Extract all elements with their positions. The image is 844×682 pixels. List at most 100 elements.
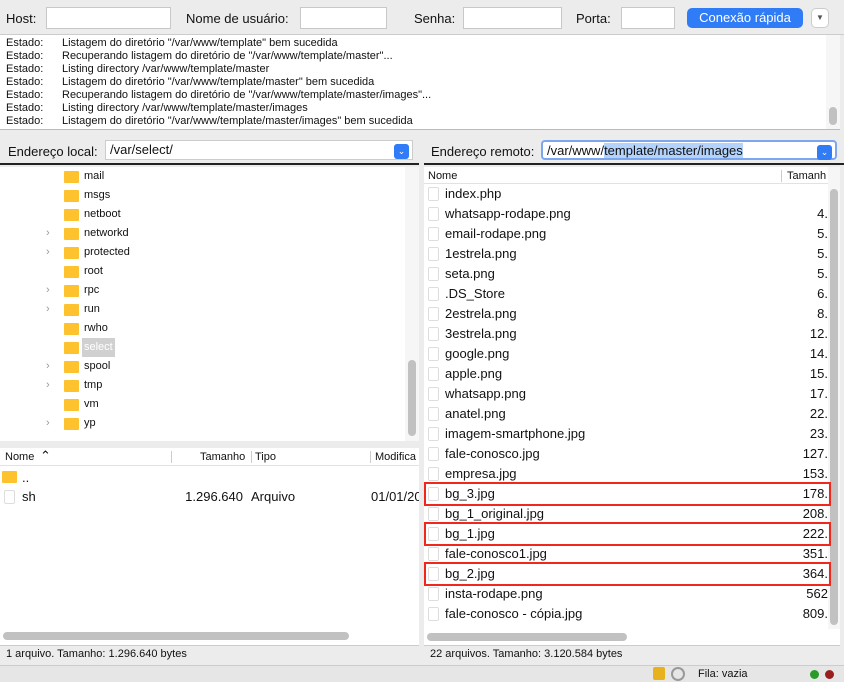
file-icon [4,490,15,504]
port-label: Porta: [576,11,611,26]
file-icon [428,447,439,461]
file-size: 562 [806,586,828,601]
tree-item-label: netboot [84,208,121,220]
folder-icon [64,418,79,430]
chevron-right-icon[interactable]: › [46,224,50,243]
tree-item-rpc[interactable]: › rpc [0,281,400,300]
table-row[interactable]: whatsapp.png 17. [424,384,828,404]
table-row[interactable]: insta-rodape.png 562 [424,584,828,604]
tree-item-protected[interactable]: › protected [0,243,400,262]
tree-item-vm[interactable]: vm [0,395,400,414]
table-row[interactable]: fale-conosco.jpg 127. [424,444,828,464]
local-status: 1 arquivo. Tamanho: 1.296.640 bytes [0,645,419,664]
message-log: Estado: Listagem do diretório "/var/www/t… [0,35,840,130]
file-name: email-rodape.png [445,226,547,241]
remote-address-dropdown[interactable]: ⌄ [817,145,832,160]
local-address-input[interactable]: /var/select/ ⌄ [105,140,413,160]
file-size: 5. [817,266,828,281]
table-row[interactable]: anatel.png 22. [424,404,828,424]
speed-limit-icon[interactable] [671,667,685,681]
chevron-right-icon[interactable]: › [46,357,50,376]
table-row[interactable]: .DS_Store 6. [424,284,828,304]
file-size: 351. [802,546,828,561]
log-level: Estado: [6,115,44,127]
table-row[interactable]: whatsapp-rodape.png 4. [424,204,828,224]
file-name: fale-conosco - cópia.jpg [445,606,583,621]
file-size: 15. [809,366,828,381]
table-row[interactable]: .. [0,468,419,488]
remote-address-selection: template/master/images [604,143,743,158]
remote-address-input[interactable]: /var/www/template/master/images ⌄ [541,140,837,160]
file-icon [428,607,439,621]
file-icon [428,407,439,421]
log-level: Estado: [6,89,44,101]
tree-item-networkd[interactable]: › networkd [0,224,400,243]
log-message: Recuperando listagem do diretório de "/v… [62,89,432,101]
host-input[interactable] [46,7,171,29]
tree-item-run[interactable]: › run [0,300,400,319]
table-row[interactable]: fale-conosco1.jpg 351. [424,544,828,564]
chevron-right-icon[interactable]: › [46,300,50,319]
local-hscrollbar[interactable] [3,632,349,640]
table-row[interactable]: apple.png 15. [424,364,828,384]
table-row[interactable]: bg_1_original.jpg 208. [424,504,828,524]
table-row[interactable]: 1estrela.png 5. [424,244,828,264]
chevron-right-icon[interactable]: › [46,281,50,300]
table-row[interactable]: google.png 14. [424,344,828,364]
col-size-header[interactable]: Tamanho [200,451,245,463]
folder-icon [64,190,79,202]
password-input[interactable] [463,7,562,29]
table-row[interactable]: imagem-smartphone.jpg 23. [424,424,828,444]
tree-item-rwho[interactable]: rwho [0,319,400,338]
log-level: Estado: [6,50,44,62]
port-input[interactable] [621,7,675,29]
file-size: 4. [817,206,828,221]
log-entry: Estado: Listagem do diretório "/var/www/t… [6,37,338,49]
highlight-box [424,482,831,506]
tree-item-msgs[interactable]: msgs [0,186,400,205]
col-size-header[interactable]: Tamanh [787,170,826,182]
table-row[interactable]: empresa.jpg 153. [424,464,828,484]
log-scrollbar[interactable] [826,35,840,129]
chevron-right-icon[interactable]: › [46,376,50,395]
file-name: 1estrela.png [445,246,517,261]
tree-scrollbar[interactable] [405,167,419,441]
tree-item-label: protected [84,246,130,258]
folder-icon [64,228,79,240]
username-input[interactable] [300,7,387,29]
tree-item-select[interactable]: select [0,338,400,357]
table-row[interactable]: index.php [424,184,828,204]
file-name: fale-conosco1.jpg [445,546,547,561]
remote-address-bar: Endereço remoto: /var/www/template/maste… [424,135,844,165]
table-row[interactable]: 2estrela.png 8. [424,304,828,324]
chevron-right-icon[interactable]: › [46,414,50,433]
file-name: 3estrela.png [445,326,517,341]
local-address-dropdown[interactable]: ⌄ [394,144,409,159]
table-row[interactable]: sh 1.296.640 Arquivo 01/01/20 [0,487,419,507]
col-type-header[interactable]: Tipo [255,451,276,463]
tree-item-root[interactable]: root [0,262,400,281]
quickconnect-history-dropdown[interactable]: ▼ [811,8,829,28]
tree-item-netboot[interactable]: netboot [0,205,400,224]
file-icon [428,367,439,381]
tree-item-mail[interactable]: mail [0,167,400,186]
quickconnect-button[interactable]: Conexão rápida [687,8,803,28]
local-address-label: Endereço local: [8,144,98,159]
file-modified: 01/01/20 [371,489,419,504]
tree-item-spool[interactable]: › spool [0,357,400,376]
table-row[interactable]: seta.png 5. [424,264,828,284]
file-name: anatel.png [445,406,506,421]
col-name-header[interactable]: Nome [5,451,34,463]
remote-vscrollbar[interactable] [828,167,840,629]
col-name-header[interactable]: Nome [428,170,457,182]
file-icon [428,267,439,281]
lock-icon [653,667,665,680]
chevron-right-icon[interactable]: › [46,243,50,262]
remote-hscrollbar[interactable] [427,633,627,641]
table-row[interactable]: fale-conosco - cópia.jpg 809. [424,604,828,624]
table-row[interactable]: 3estrela.png 12. [424,324,828,344]
col-modified-header[interactable]: Modifica [375,451,416,463]
table-row[interactable]: email-rodape.png 5. [424,224,828,244]
tree-item-yp[interactable]: › yp [0,414,400,433]
tree-item-tmp[interactable]: › tmp [0,376,400,395]
